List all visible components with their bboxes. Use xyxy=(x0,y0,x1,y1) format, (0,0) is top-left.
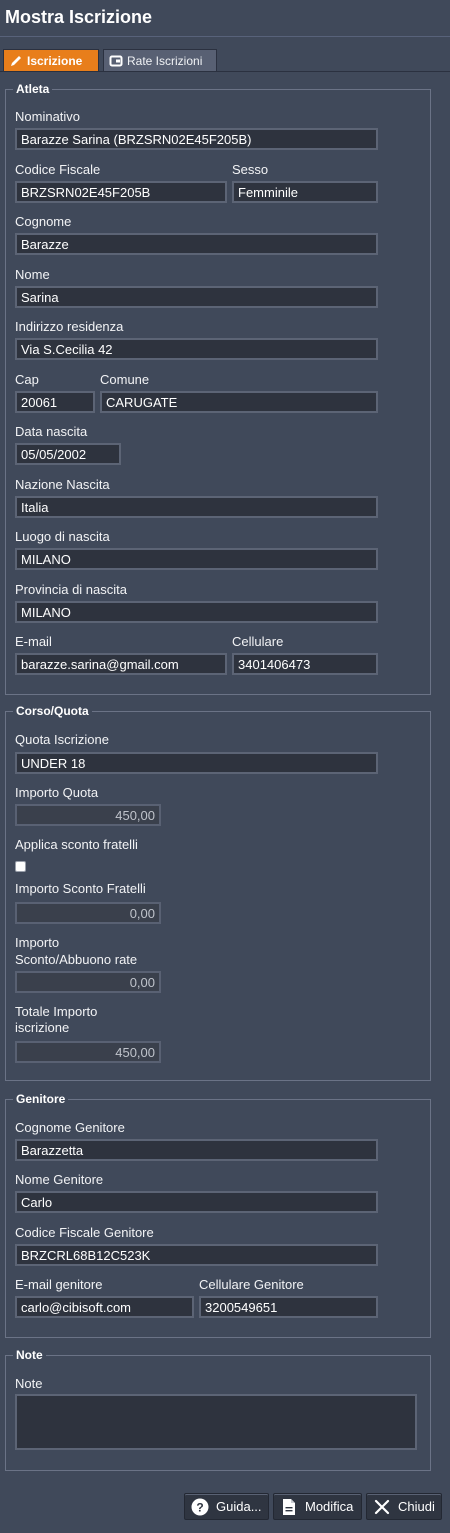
tab-underline xyxy=(0,71,450,72)
section-legend: Genitore xyxy=(16,1092,66,1106)
tab-rate-iscrizioni[interactable]: Rate Iscrizioni xyxy=(103,49,217,71)
guida-label: Guida... xyxy=(216,1499,262,1514)
codice-fiscale-field[interactable]: BRZSRN02E45F205B xyxy=(15,181,227,203)
chiudi-button[interactable]: Chiudi xyxy=(366,1493,442,1520)
comune-field[interactable]: CARUGATE xyxy=(100,391,378,413)
importo-quota-field: 450,00 xyxy=(15,804,161,826)
sesso-label: Sesso xyxy=(232,162,269,177)
indirizzo-label: Indirizzo residenza xyxy=(15,319,124,334)
note-textarea[interactable] xyxy=(15,1394,417,1450)
data-nascita-label: Data nascita xyxy=(15,424,88,439)
importo-quota-label: Importo Quota xyxy=(15,785,99,800)
provincia-label: Provincia di nascita xyxy=(15,582,127,597)
guida-button[interactable]: ? Guida... xyxy=(184,1493,269,1520)
cellulare-genitore-field[interactable]: 3200549651 xyxy=(199,1296,378,1318)
svg-text:?: ? xyxy=(196,1500,203,1514)
section-legend: Note xyxy=(16,1348,43,1362)
totale-label-line1: Totale Importo xyxy=(15,1004,98,1019)
help-icon: ? xyxy=(191,1498,209,1515)
sconto-fratelli-checkbox[interactable] xyxy=(15,861,26,872)
cellulare-field[interactable]: 3401406473 xyxy=(232,653,378,675)
cf-genitore-label: Codice Fiscale Genitore xyxy=(15,1225,154,1240)
nazione-field[interactable]: Italia xyxy=(15,496,378,518)
email-genitore-field[interactable]: carlo@cibisoft.com xyxy=(15,1296,194,1318)
modifica-button[interactable]: Modifica xyxy=(273,1493,362,1520)
importo-sconto-field: 0,00 xyxy=(15,902,161,924)
abbuono-label-line2: Sconto/Abbuono rate xyxy=(15,952,138,967)
tab-iscrizione[interactable]: Iscrizione xyxy=(3,49,99,71)
provincia-field[interactable]: MILANO xyxy=(15,601,378,623)
comune-label: Comune xyxy=(100,372,150,387)
nominativo-field[interactable]: Barazze Sarina (BRZSRN02E45F205B) xyxy=(15,128,378,150)
abbuono-field: 0,00 xyxy=(15,971,161,993)
close-icon xyxy=(374,1499,390,1514)
codice-fiscale-label: Codice Fiscale xyxy=(15,162,101,177)
quota-label: Quota Iscrizione xyxy=(15,732,109,747)
nome-field[interactable]: Sarina xyxy=(15,286,378,308)
luogo-nascita-label: Luogo di nascita xyxy=(15,529,110,544)
importo-sconto-label: Importo Sconto Fratelli xyxy=(15,881,146,896)
luogo-nascita-field[interactable]: MILANO xyxy=(15,548,378,570)
tab-label: Rate Iscrizioni xyxy=(127,53,203,68)
pencil-icon xyxy=(11,55,21,66)
section-legend: Atleta xyxy=(16,82,50,96)
chiudi-label: Chiudi xyxy=(398,1499,435,1514)
tab-label: Iscrizione xyxy=(27,53,83,68)
nome-genitore-label: Nome Genitore xyxy=(15,1172,104,1187)
nominativo-label: Nominativo xyxy=(15,109,81,124)
document-icon xyxy=(283,1498,295,1515)
cellulare-label: Cellulare xyxy=(232,634,284,649)
cellulare-genitore-label: Cellulare Genitore xyxy=(199,1277,304,1292)
totale-field: 450,00 xyxy=(15,1041,161,1063)
nome-label: Nome xyxy=(15,267,50,282)
email-field[interactable]: barazze.sarina@gmail.com xyxy=(15,653,227,675)
nazione-label: Nazione Nascita xyxy=(15,477,110,492)
page-title: Mostra Iscrizione xyxy=(5,7,153,27)
wallet-icon xyxy=(109,55,123,66)
quota-field[interactable]: UNDER 18 xyxy=(15,752,378,774)
cap-field[interactable]: 20061 xyxy=(15,391,95,413)
note-label: Note xyxy=(15,1376,43,1391)
email-genitore-label: E-mail genitore xyxy=(15,1277,103,1292)
data-nascita-field[interactable]: 05/05/2002 xyxy=(15,443,121,465)
nome-genitore-field[interactable]: Carlo xyxy=(15,1191,378,1213)
modifica-label: Modifica xyxy=(305,1499,354,1514)
sesso-field[interactable]: Femminile xyxy=(232,181,378,203)
abbuono-label-line1: Importo xyxy=(15,935,60,950)
indirizzo-field[interactable]: Via S.Cecilia 42 xyxy=(15,338,378,360)
cognome-genitore-label: Cognome Genitore xyxy=(15,1120,125,1135)
cognome-label: Cognome xyxy=(15,214,72,229)
totale-label-line2: iscrizione xyxy=(15,1020,70,1035)
title-divider xyxy=(0,36,450,37)
cognome-field[interactable]: Barazze xyxy=(15,233,378,255)
email-label: E-mail xyxy=(15,634,52,649)
section-legend: Corso/Quota xyxy=(16,704,89,718)
cognome-genitore-field[interactable]: Barazzetta xyxy=(15,1139,378,1161)
cap-label: Cap xyxy=(15,372,39,387)
sconto-fratelli-check-label: Applica sconto fratelli xyxy=(15,837,138,852)
cf-genitore-field[interactable]: BRZCRL68B12C523K xyxy=(15,1244,378,1266)
